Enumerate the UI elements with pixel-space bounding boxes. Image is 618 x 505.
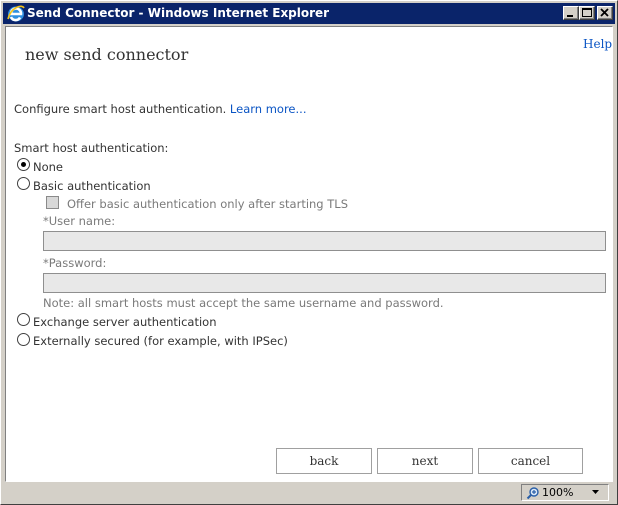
- username-label: *User name:: [43, 214, 116, 228]
- radio-basic-auth-label[interactable]: Basic authentication: [33, 179, 151, 193]
- help-link[interactable]: Help: [583, 37, 612, 51]
- ie-icon: [7, 5, 25, 22]
- auth-section-label: Smart host authentication:: [14, 141, 169, 155]
- tls-checkbox-label: Offer basic authentication only after st…: [67, 197, 348, 211]
- intro-text: Configure smart host authentication. Lea…: [14, 102, 306, 116]
- password-label: *Password:: [43, 256, 107, 270]
- chevron-down-icon: [592, 490, 599, 494]
- title-bar[interactable]: Send Connector - Windows Internet Explor…: [3, 3, 615, 24]
- browser-window: Send Connector - Windows Internet Explor…: [0, 0, 618, 505]
- radio-externally-secured-label[interactable]: Externally secured (for example, with IP…: [33, 334, 288, 348]
- cancel-button[interactable]: cancel: [478, 448, 583, 474]
- window-title: Send Connector - Windows Internet Explor…: [27, 6, 330, 20]
- zoom-level: 100%: [542, 486, 574, 499]
- radio-externally-secured[interactable]: [17, 333, 30, 346]
- page-content: new send connector Help Configure smart …: [5, 26, 613, 482]
- intro-label: Configure smart host authentication.: [14, 102, 227, 116]
- minimize-icon: [567, 15, 573, 17]
- zoom-icon: [526, 487, 539, 500]
- close-icon: [600, 8, 609, 17]
- credentials-note: Note: all smart hosts must accept the sa…: [43, 296, 444, 310]
- zoom-control[interactable]: 100%: [521, 484, 609, 501]
- username-field[interactable]: [43, 231, 606, 251]
- status-bar: 100%: [3, 483, 615, 503]
- next-button[interactable]: next: [377, 448, 473, 474]
- radio-none-label[interactable]: None: [33, 160, 63, 174]
- password-field[interactable]: [43, 273, 606, 293]
- page-title: new send connector: [25, 45, 189, 64]
- maximize-icon: [582, 8, 592, 17]
- maximize-button[interactable]: [579, 6, 595, 20]
- radio-exchange-auth-label[interactable]: Exchange server authentication: [33, 315, 217, 329]
- radio-basic-auth[interactable]: [17, 177, 30, 190]
- radio-exchange-auth[interactable]: [17, 313, 30, 326]
- minimize-button[interactable]: [563, 6, 579, 20]
- back-button[interactable]: back: [276, 448, 372, 474]
- tls-checkbox[interactable]: [46, 196, 59, 209]
- radio-none[interactable]: [17, 158, 30, 171]
- learn-more-link[interactable]: Learn more...: [230, 102, 307, 116]
- close-button[interactable]: [597, 6, 613, 20]
